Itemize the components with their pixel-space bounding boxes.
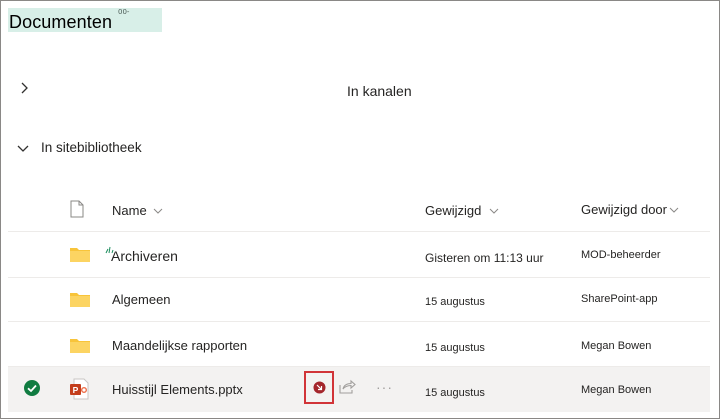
page-title: Documenten xyxy=(9,12,113,32)
sync-download-icon[interactable] xyxy=(313,381,326,399)
row-modified-by: MOD-beheerder xyxy=(581,249,661,261)
share-icon[interactable] xyxy=(339,379,356,399)
folder-icon xyxy=(70,291,90,307)
column-header-modified-by-label: Gewijzigd door xyxy=(581,202,667,217)
chevron-down-icon xyxy=(489,203,499,218)
row-name[interactable]: Maandelijkse rapporten xyxy=(112,338,247,353)
folder-icon xyxy=(70,246,90,262)
row-modified-by: SharePoint-app xyxy=(581,293,658,305)
row-name[interactable]: Algemeen xyxy=(112,292,171,307)
column-header-modified[interactable]: Gewijzigd xyxy=(425,203,499,218)
section-channels[interactable]: In kanalen xyxy=(347,83,412,99)
powerpoint-icon: P xyxy=(69,378,89,400)
column-header-modified-label: Gewijzigd xyxy=(425,203,482,218)
file-icon xyxy=(70,200,84,223)
row-name[interactable]: Huisstijl Elements.pptx xyxy=(112,382,243,397)
column-header-modified-by[interactable]: Gewijzigd door xyxy=(581,202,679,217)
row-modified-by: Megan Bowen xyxy=(581,340,652,352)
section-library[interactable]: In sitebibliotheek xyxy=(41,140,142,155)
row-modified-by: Megan Bowen xyxy=(581,384,652,396)
chevron-right-icon[interactable] xyxy=(17,81,31,95)
row-name[interactable]: Archiveren xyxy=(111,248,178,264)
row-modified: 15 augustus xyxy=(425,296,485,308)
checkmark-circle-icon[interactable] xyxy=(24,380,40,396)
column-header-name-label: Name xyxy=(112,203,147,218)
more-icon[interactable]: ··· xyxy=(376,379,393,395)
svg-text:P: P xyxy=(73,385,79,395)
row-modified: 15 augustus xyxy=(425,342,485,354)
chevron-down-icon xyxy=(669,202,679,217)
chevron-down-icon[interactable] xyxy=(16,141,30,155)
column-header-name[interactable]: Name xyxy=(112,203,163,218)
title-badge: 00- xyxy=(118,8,130,16)
chevron-down-icon xyxy=(153,203,163,218)
row-modified: 15 augustus xyxy=(425,387,485,399)
folder-icon xyxy=(70,337,90,353)
row-modified: Gisteren om 11:13 uur xyxy=(425,251,544,265)
